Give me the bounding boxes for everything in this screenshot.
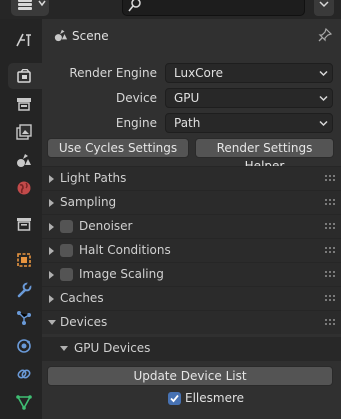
engine-dropdown[interactable]: Path (165, 113, 333, 133)
drag-handle-icon[interactable] (325, 295, 335, 302)
world-icon[interactable] (13, 177, 35, 199)
device-value: GPU (174, 91, 200, 105)
render-engine-row: Render Engine LuxCore (42, 62, 341, 84)
properties-content: Scene Render Engine LuxCore Device GPU E… (42, 19, 341, 419)
chevron-right-icon (49, 199, 54, 207)
chevron-right-icon (49, 295, 54, 303)
panel-denoiser[interactable]: Denoiser (42, 214, 341, 238)
denoiser-checkbox[interactable] (60, 220, 73, 233)
subpanel-gpu-devices[interactable]: GPU Devices (42, 337, 341, 361)
device-label: Device (115, 91, 157, 105)
chevron-down-icon (48, 320, 56, 325)
chevron-down-icon (38, 0, 46, 7)
chevron-down-icon (319, 70, 328, 77)
halt-conditions-checkbox[interactable] (60, 244, 73, 257)
collection-icon[interactable] (13, 213, 35, 235)
panel-title: Halt Conditions (79, 243, 171, 257)
search-input[interactable] (122, 0, 305, 16)
panel-caches[interactable]: Caches (42, 286, 341, 310)
chevron-down-icon (60, 346, 68, 351)
device-checkbox[interactable] (168, 392, 181, 405)
use-cycles-settings-button[interactable]: Use Cycles Settings (47, 138, 189, 158)
view-layer-icon[interactable] (13, 121, 35, 143)
context-path: Scene (42, 19, 341, 55)
panel-halt-conditions[interactable]: Halt Conditions (42, 238, 341, 262)
drag-handle-icon[interactable] (325, 319, 335, 326)
tool-icon[interactable] (13, 29, 35, 51)
drag-handle-icon[interactable] (325, 247, 335, 254)
image-scaling-checkbox[interactable] (60, 268, 73, 281)
chevron-right-icon (49, 175, 54, 183)
context-title: Scene (72, 29, 109, 43)
panel-image-scaling[interactable]: Image Scaling (42, 262, 341, 286)
properties-editor-icon (18, 0, 32, 10)
engine-value: Path (174, 116, 201, 130)
panel-sampling[interactable]: Sampling (42, 190, 341, 214)
panel-title: Caches (60, 291, 104, 305)
chevron-right-icon (49, 247, 54, 255)
engine-label: Engine (115, 116, 157, 130)
scene-icon[interactable] (13, 149, 35, 171)
render-icon[interactable] (8, 63, 42, 89)
panel-title: Sampling (60, 195, 117, 209)
render-engine-dropdown[interactable]: LuxCore (165, 63, 333, 83)
chevron-right-icon (49, 223, 54, 231)
constraints-icon[interactable] (13, 363, 35, 385)
chevron-down-icon (319, 95, 328, 102)
editor-type-button[interactable] (11, 0, 49, 16)
object-icon[interactable] (13, 249, 35, 271)
search-icon (128, 0, 141, 12)
update-device-list-button[interactable]: Update Device List (47, 366, 333, 386)
panel-title: Devices (60, 315, 108, 329)
pin-icon[interactable] (318, 28, 332, 42)
render-engine-label: Render Engine (69, 66, 157, 80)
header-bar (0, 0, 341, 19)
device-name: Ellesmere (185, 391, 245, 405)
panel-light-paths[interactable]: Light Paths (42, 166, 341, 190)
checkmark-icon (170, 394, 179, 403)
subpanel-title: GPU Devices (74, 341, 151, 355)
drag-handle-icon[interactable] (325, 175, 335, 182)
output-icon[interactable] (13, 93, 35, 115)
panel-title: Image Scaling (79, 267, 164, 281)
device-entry: Ellesmere (42, 389, 341, 409)
drag-handle-icon[interactable] (325, 199, 335, 206)
physics-icon[interactable] (13, 335, 35, 357)
panel-devices[interactable]: Devices (42, 310, 341, 334)
properties-tab-column (0, 19, 42, 419)
options-dropdown[interactable] (314, 0, 334, 16)
chevron-right-icon (49, 271, 54, 279)
drag-handle-icon[interactable] (325, 223, 335, 230)
panel-title: Light Paths (60, 171, 127, 185)
particles-icon[interactable] (13, 307, 35, 329)
drag-handle-icon[interactable] (325, 271, 335, 278)
render-engine-value: LuxCore (174, 66, 223, 80)
mesh-data-icon[interactable] (13, 391, 35, 413)
engine-row: Engine Path (42, 112, 341, 134)
chevron-down-icon (319, 1, 329, 8)
device-dropdown[interactable]: GPU (165, 88, 333, 108)
device-row: Device GPU (42, 87, 341, 109)
render-settings-helper-button[interactable]: Render Settings Helper (195, 138, 334, 173)
scene-icon (54, 29, 68, 42)
panel-title: Denoiser (79, 219, 133, 233)
chevron-down-icon (319, 120, 328, 127)
wrench-icon[interactable] (13, 279, 35, 301)
